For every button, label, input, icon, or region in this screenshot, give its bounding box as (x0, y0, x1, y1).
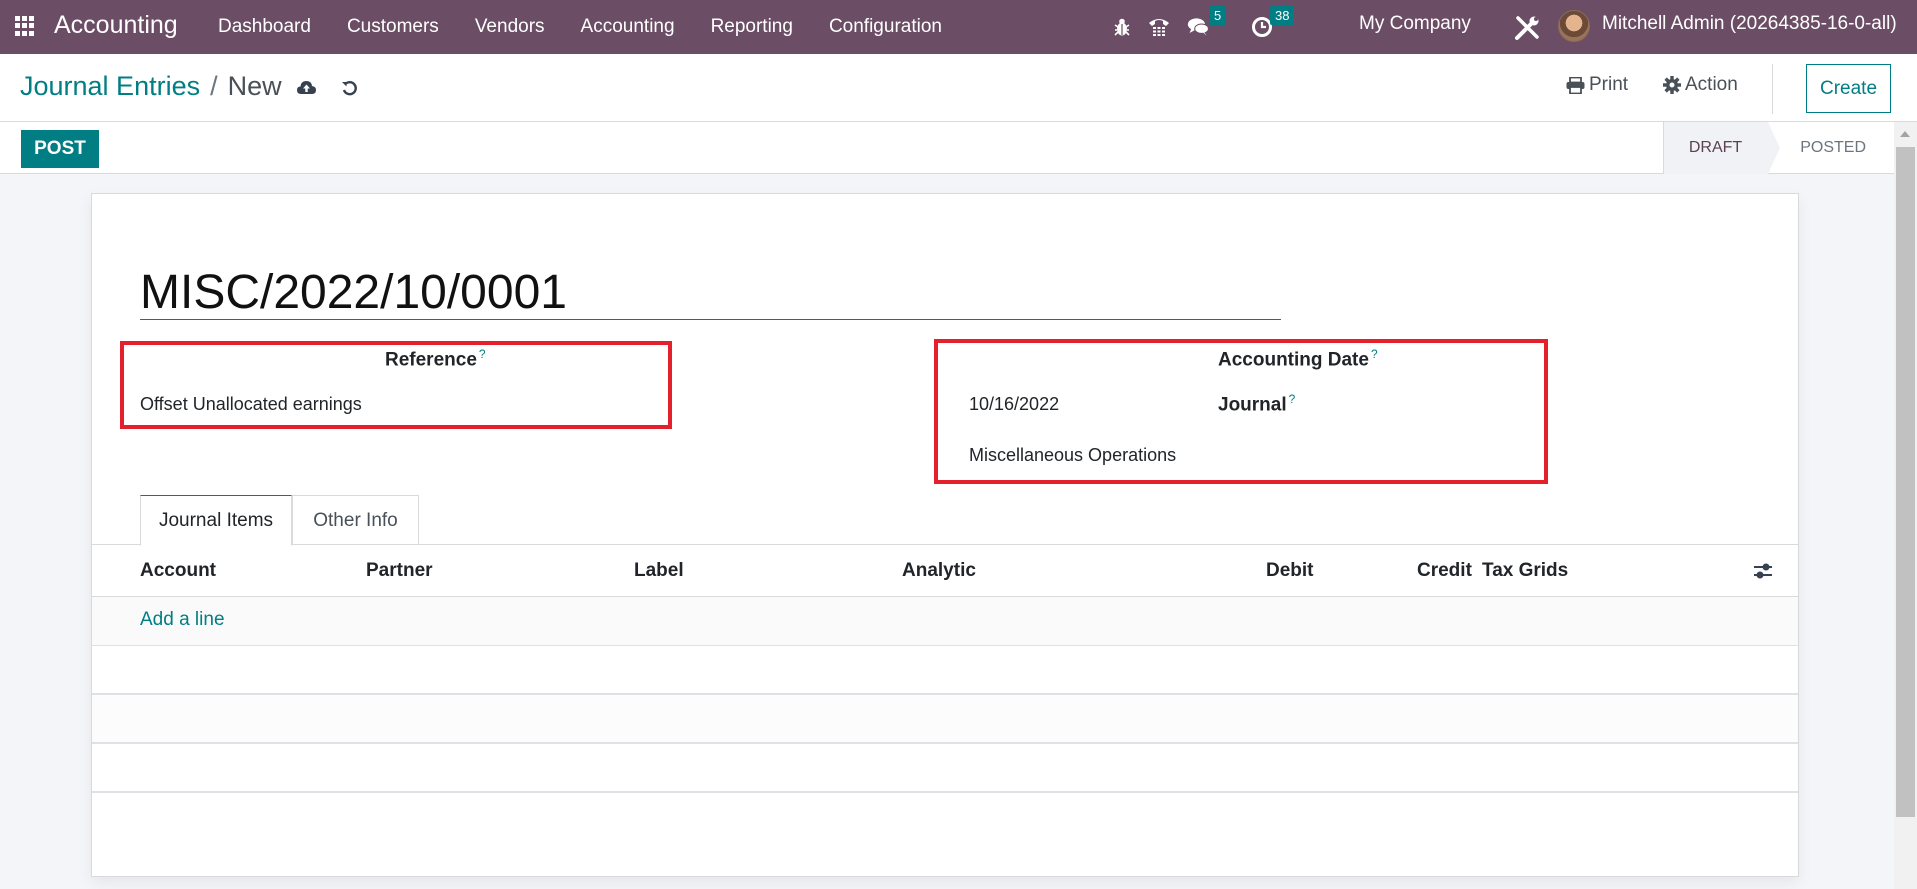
user-menu[interactable]: Mitchell Admin (20264385-16-0-all) (1602, 13, 1897, 35)
control-panel-divider (1772, 64, 1773, 114)
form-sheet: MISC/2022/10/0001 Reference? Offset Unal… (91, 193, 1799, 877)
breadcrumb: Journal Entries / New (20, 71, 282, 102)
company-switcher[interactable]: My Company (1359, 13, 1471, 35)
menu-dashboard[interactable]: Dashboard (218, 16, 311, 38)
status-step-draft[interactable]: DRAFT (1662, 122, 1781, 174)
column-credit[interactable]: Credit (1417, 560, 1472, 582)
print-label: Print (1589, 74, 1629, 95)
action-label: Action (1685, 74, 1738, 95)
discard-undo-icon[interactable] (341, 80, 359, 96)
activities-clock-icon[interactable]: 38 (1250, 6, 1295, 39)
menu-configuration[interactable]: Configuration (829, 16, 942, 38)
activities-badge: 38 (1270, 6, 1295, 25)
reference-label: Reference? (385, 347, 486, 371)
scroll-thumb[interactable] (1896, 147, 1915, 817)
column-analytic[interactable]: Analytic (902, 560, 976, 582)
post-button[interactable]: POST (21, 130, 99, 168)
menu-vendors[interactable]: Vendors (475, 16, 545, 38)
print-icon (1566, 76, 1585, 94)
tools-icon[interactable] (1513, 14, 1541, 42)
column-partner[interactable]: Partner (366, 560, 433, 582)
user-avatar[interactable] (1558, 10, 1590, 42)
breadcrumb-journal-entries[interactable]: Journal Entries (20, 71, 200, 102)
accounting-date-help-icon[interactable]: ? (1371, 347, 1378, 361)
reference-input[interactable]: Offset Unallocated earnings (140, 394, 362, 415)
column-account[interactable]: Account (140, 560, 216, 582)
reference-label-text: Reference (385, 349, 477, 371)
status-bar: POST DRAFT POSTED (0, 122, 1894, 174)
page-scrollbar[interactable] (1894, 122, 1917, 889)
journal-items-table-header: Account Partner Label Analytic Debit Cre… (92, 545, 1798, 597)
gear-icon (1663, 76, 1681, 94)
messages-icon[interactable]: 5 (1187, 6, 1227, 39)
column-label[interactable]: Label (634, 560, 684, 582)
record-name[interactable]: MISC/2022/10/0001 (140, 265, 567, 320)
empty-row (92, 646, 1798, 695)
breadcrumb-current: New (227, 71, 282, 101)
main-menu: Dashboard Customers Vendors Accounting R… (200, 0, 960, 54)
save-cloud-icon[interactable] (297, 80, 316, 96)
action-button[interactable]: Action (1663, 74, 1738, 96)
create-button[interactable]: Create (1806, 64, 1891, 113)
record-name-underline (140, 319, 1281, 320)
tab-other-info[interactable]: Other Info (292, 495, 419, 545)
reference-help-icon[interactable]: ? (479, 347, 486, 361)
top-navbar: Accounting Dashboard Customers Vendors A… (0, 0, 1917, 54)
accounting-date-input[interactable]: 10/16/2022 (969, 394, 1059, 415)
journal-select[interactable]: Miscellaneous Operations (969, 445, 1182, 466)
tab-journal-items[interactable]: Journal Items (140, 495, 292, 546)
phone-icon[interactable] (1147, 15, 1171, 39)
print-button[interactable]: Print (1566, 74, 1628, 96)
menu-customers[interactable]: Customers (347, 16, 439, 38)
scroll-up-arrow-icon[interactable] (1900, 131, 1910, 137)
add-line-row: Add a line (92, 597, 1798, 646)
app-name[interactable]: Accounting (54, 11, 178, 40)
menu-accounting[interactable]: Accounting (581, 16, 675, 38)
apps-menu-icon[interactable] (15, 16, 35, 36)
journal-label-text: Journal (1218, 394, 1287, 416)
accounting-date-label-text: Accounting Date (1218, 349, 1369, 371)
accounting-date-label: Accounting Date? (1218, 347, 1378, 371)
notebook-tabs: Journal Items Other Info (92, 495, 1798, 546)
column-debit[interactable]: Debit (1266, 560, 1314, 582)
status-steps: DRAFT POSTED (1662, 122, 1894, 174)
add-a-line-link[interactable]: Add a line (140, 609, 225, 631)
messages-badge: 5 (1209, 6, 1227, 25)
breadcrumb-separator: / (210, 71, 218, 101)
debug-bug-icon[interactable] (1110, 15, 1134, 39)
status-step-posted[interactable]: POSTED (1768, 122, 1894, 174)
column-tax-grids[interactable]: Tax Grids (1482, 560, 1568, 582)
optional-columns-icon[interactable] (1753, 562, 1773, 580)
journal-help-icon[interactable]: ? (1289, 392, 1296, 406)
empty-row (92, 695, 1798, 744)
journal-label: Journal? (1218, 392, 1295, 416)
menu-reporting[interactable]: Reporting (711, 16, 793, 38)
control-panel: Journal Entries / New Print Action Creat… (0, 54, 1917, 122)
empty-row (92, 744, 1798, 793)
